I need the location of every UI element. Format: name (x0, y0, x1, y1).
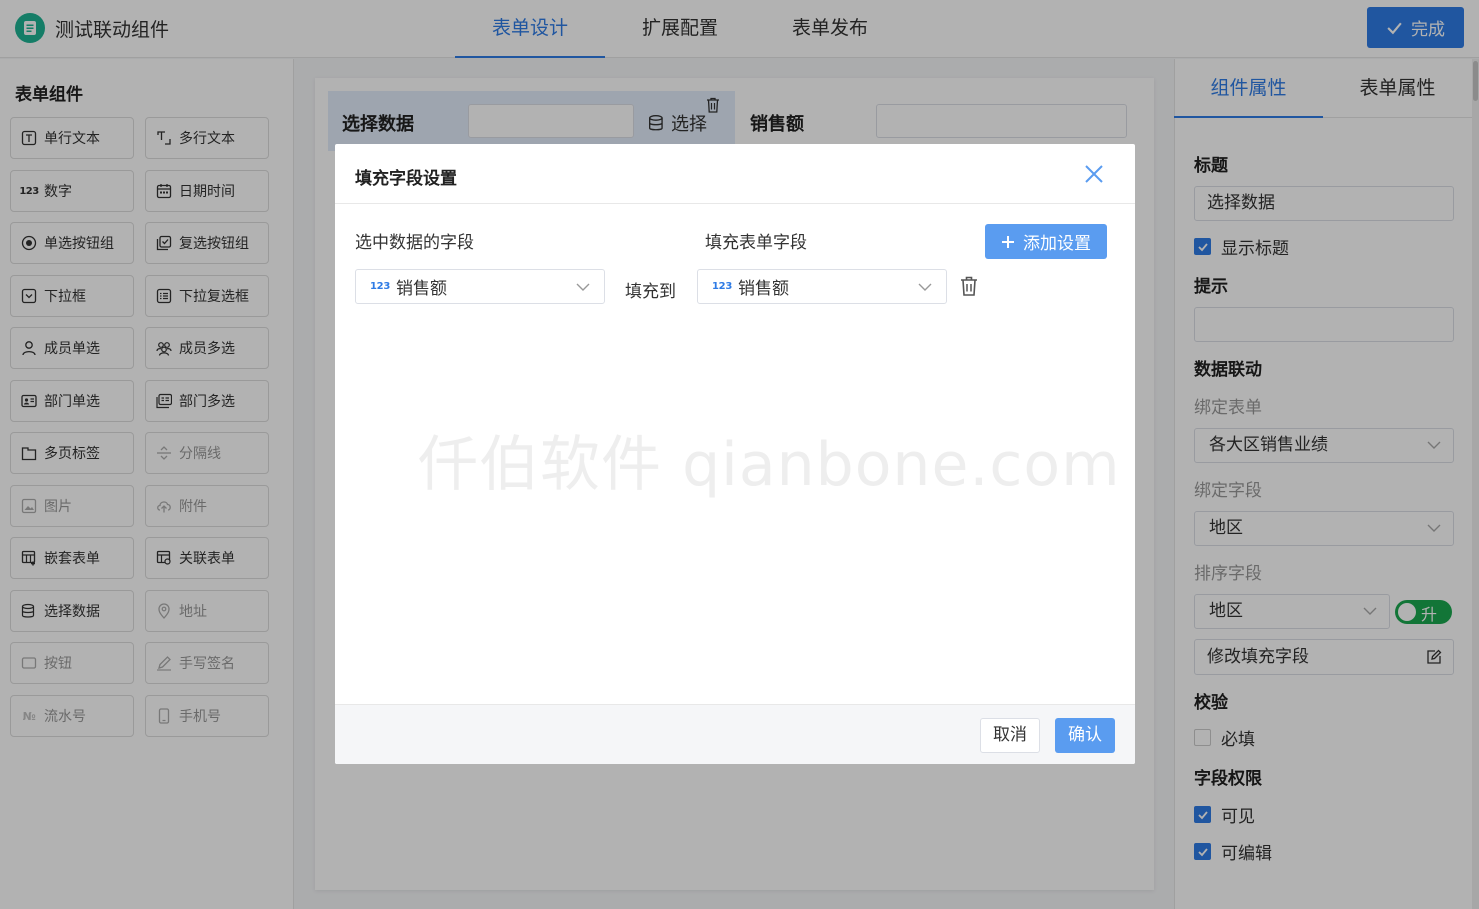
confirm-button[interactable]: 确认 (1055, 718, 1115, 753)
watermark: 仟伯软件 qianbone.com (418, 430, 1121, 500)
dialog-title: 填充字段设置 (355, 169, 457, 189)
source-field-select[interactable]: 123 销售额 (355, 269, 605, 304)
dialog-header: 填充字段设置 (335, 144, 1135, 204)
add-setting-button[interactable]: 添加设置 (985, 224, 1107, 259)
number-type-icon: 123 (712, 281, 732, 292)
target-field-select[interactable]: 123 销售额 (697, 269, 947, 304)
delete-row-icon[interactable] (960, 276, 978, 296)
close-icon (1085, 165, 1103, 183)
close-button[interactable] (1083, 163, 1105, 185)
dialog-footer: 取消 确认 (335, 704, 1135, 764)
fill-field-settings-dialog: 填充字段设置 选中数据的字段 填充表单字段 添加设置 123 销售额 填充到 1… (335, 144, 1135, 764)
chevron-down-icon (576, 283, 590, 291)
add-setting-label: 添加设置 (1023, 234, 1091, 254)
cancel-button[interactable]: 取消 (980, 718, 1040, 753)
source-field-value: 销售额 (395, 279, 447, 299)
plus-icon (1002, 235, 1014, 248)
number-type-icon: 123 (370, 281, 390, 292)
fill-to-label: 填充到 (625, 282, 676, 302)
target-field-column-heading: 填充表单字段 (705, 233, 807, 253)
target-field-value: 销售额 (737, 279, 789, 299)
source-field-column-heading: 选中数据的字段 (355, 233, 474, 253)
chevron-down-icon (918, 283, 932, 291)
